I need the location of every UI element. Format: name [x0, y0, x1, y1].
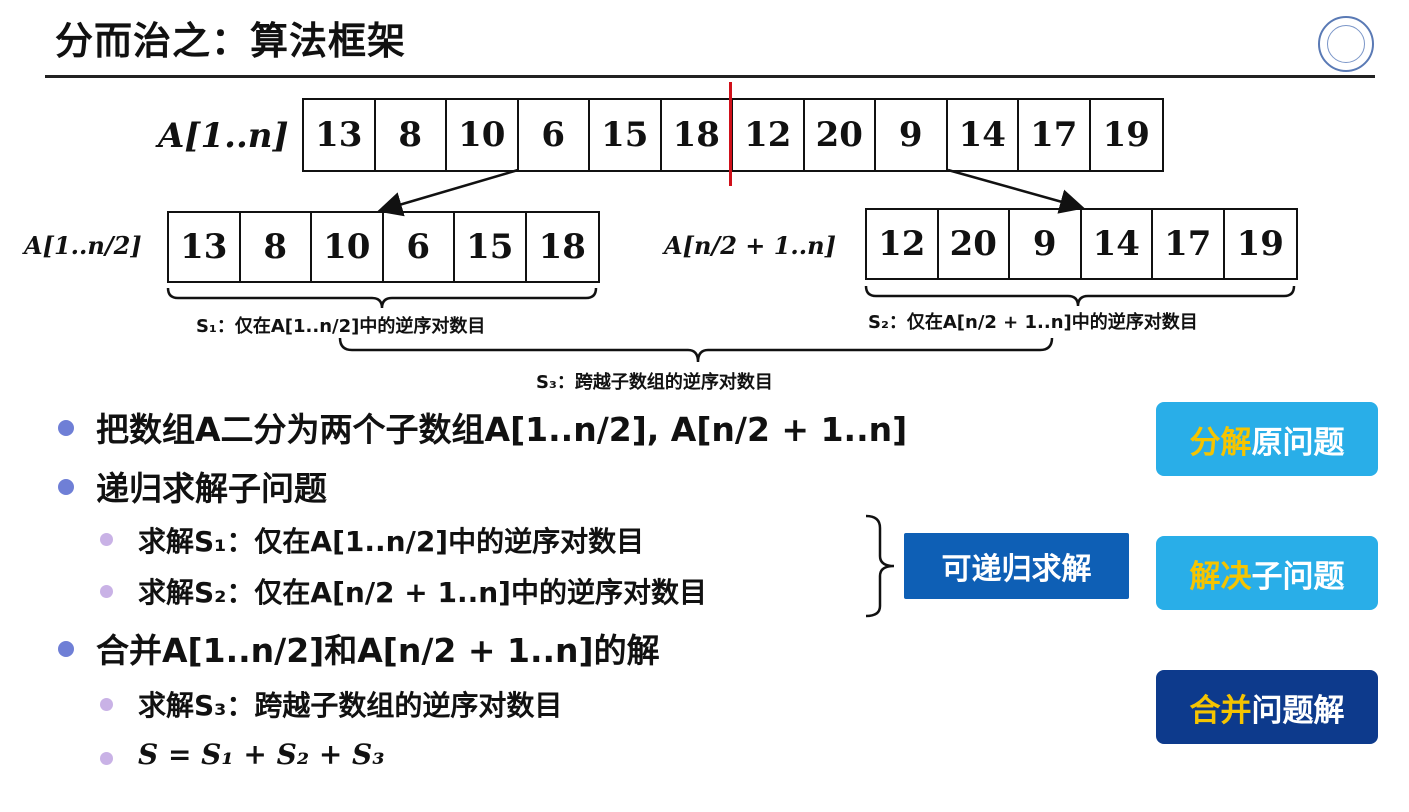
left-subarray-cell: 6	[384, 213, 455, 281]
left-subarray-cell: 10	[312, 213, 384, 281]
right-subarray-cell: 20	[939, 210, 1010, 278]
annotation-s1: S₁：仅在A[1..n/2]中的逆序对数目	[196, 316, 486, 337]
brace-s2	[864, 285, 1296, 307]
annotation-s2: S₂：仅在A[n/2 + 1..n]中的逆序对数目	[868, 312, 1198, 333]
bullet-dot	[58, 641, 74, 657]
bullet-solve-s1: 求解S₁：仅在A[1..n/2]中的逆序对数目	[138, 525, 645, 558]
right-subarray: 12 20 9 14 17 19	[865, 208, 1298, 280]
brace-recursive	[865, 514, 895, 618]
bullet-recurse: 递归求解子问题	[96, 469, 327, 508]
bullet-merge: 合并A[1..n/2]和A[n/2 + 1..n]的解	[96, 631, 660, 670]
arrow-right	[947, 168, 1085, 214]
left-subarray-cell: 13	[169, 213, 241, 281]
right-array-label: A[n/2 + 1..n]	[664, 231, 836, 260]
decompose-rest: 原问题	[1251, 424, 1345, 461]
bullet-dot	[58, 420, 74, 436]
left-subarray: 13 8 10 6 15 18	[167, 211, 600, 283]
merge-button: 合并 问题解	[1156, 670, 1378, 744]
right-subarray-cell: 9	[1010, 210, 1082, 278]
sub-bullet-dot	[100, 585, 113, 598]
solve-button: 解决 子问题	[1156, 536, 1378, 610]
left-subarray-cell: 18	[538, 227, 586, 267]
brace-s3	[338, 337, 1054, 363]
solve-rest: 子问题	[1251, 558, 1345, 595]
sub-bullet-dot	[100, 533, 113, 546]
sub-bullet-dot	[100, 698, 113, 711]
bullet-solve-s3: 求解S₃：跨越子数组的逆序对数目	[138, 689, 563, 722]
left-array-label: A[1..n/2]	[24, 231, 142, 260]
arrow-left	[377, 168, 519, 217]
right-subarray-cell: 14	[1082, 210, 1153, 278]
solve-highlight: 解决	[1189, 558, 1252, 595]
sub-bullet-dot	[100, 752, 113, 765]
brace-s1	[166, 287, 598, 309]
annotation-s3: S₃：跨越子数组的逆序对数目	[536, 372, 773, 393]
left-subarray-cell: 15	[455, 213, 527, 281]
decompose-button: 分解 原问题	[1156, 402, 1378, 476]
merge-highlight: 合并	[1189, 692, 1252, 729]
bullet-split: 把数组A二分为两个子数组A[1..n/2], A[n/2 + 1..n]	[96, 410, 908, 449]
bullet-sum-formula: S = S₁ + S₂ + S₃	[138, 738, 385, 771]
bullet-solve-s2: 求解S₂：仅在A[n/2 + 1..n]中的逆序对数目	[138, 576, 707, 609]
merge-rest: 问题解	[1251, 692, 1345, 729]
bullet-dot	[58, 479, 74, 495]
recursive-label: 可递归求解	[904, 533, 1129, 599]
recursive-label-text: 可递归求解	[941, 552, 1092, 587]
right-subarray-cell: 17	[1153, 210, 1225, 278]
right-subarray-cell: 12	[867, 210, 939, 278]
decompose-highlight: 分解	[1189, 424, 1252, 461]
left-subarray-cell: 8	[241, 213, 312, 281]
right-subarray-cell: 19	[1236, 224, 1284, 264]
